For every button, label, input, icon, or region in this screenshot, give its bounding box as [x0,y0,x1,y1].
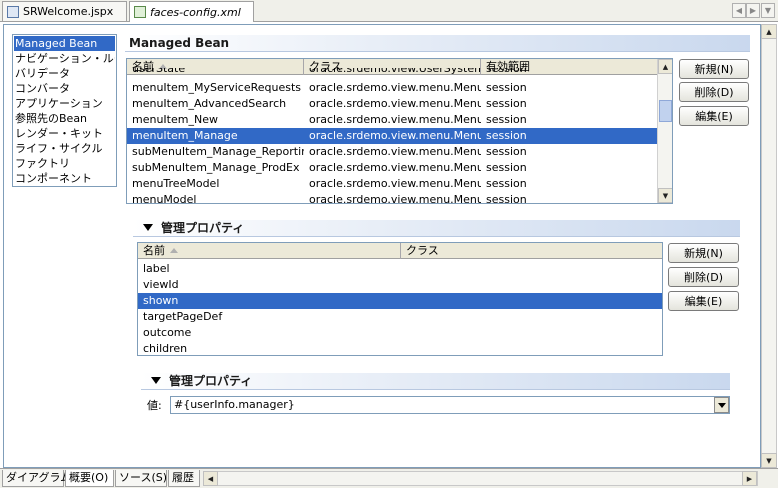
column-header-class[interactable]: クラス [401,243,662,259]
property-edit-button[interactable]: 編集(E) [668,291,739,311]
property-new-button[interactable]: 新規(N) [668,243,739,263]
tab-scroll-left-icon[interactable]: ◀ [732,3,746,18]
tab-source[interactable]: ソース(S) [115,470,167,487]
tab-scroll-right-icon[interactable]: ▶ [746,3,760,18]
managed-properties-table[interactable]: 名前 クラス label viewId shown targetPageDef … [137,242,663,356]
collapse-triangle-icon[interactable] [143,224,153,231]
tab-faces-config[interactable]: faces-config.xml [129,1,254,22]
column-header-name[interactable]: 名前 [138,243,401,259]
category-render-kit[interactable]: レンダー・キット [14,126,115,141]
editor-tab-bar: SRWelcome.jspx faces-config.xml ◀ ▶ ▼ [0,0,778,22]
sort-ascending-icon [170,247,178,253]
table-row-selected[interactable]: menuItem_Manage oracle.srdemo.view.menu.… [127,128,658,144]
category-validator[interactable]: バリデータ [14,66,115,81]
category-lifecycle[interactable]: ライフ・サイクル [14,141,115,156]
chevron-down-icon[interactable] [714,397,729,413]
tab-label: SRWelcome.jspx [23,5,114,18]
table-row[interactable]: userState oracle.srdemo.view.UserSystemS… [127,68,658,76]
bean-new-button[interactable]: 新規(N) [679,59,749,79]
table-row[interactable]: menuItem_MyServiceRequests oracle.srdemo… [127,80,658,96]
table-row[interactable]: label [138,261,662,277]
table-row[interactable]: outcome [138,325,662,341]
value-label: 値: [147,399,162,412]
tab-label: faces-config.xml [150,5,241,19]
main-vertical-scrollbar[interactable]: ▲ ▼ [761,24,777,468]
managed-properties-header[interactable]: 管理プロパティ [133,220,740,237]
scroll-right-icon[interactable]: ▶ [742,471,757,486]
collapse-triangle-icon[interactable] [151,377,161,384]
tab-overview[interactable]: 概要(O) [65,470,114,487]
horizontal-scrollbar[interactable]: ◀ ▶ [203,471,758,486]
managed-bean-header: Managed Bean [125,35,750,52]
table-row[interactable]: menuModel oracle.srdemo.view.menu.Menu… … [127,192,658,203]
category-application[interactable]: アプリケーション [14,96,115,111]
scroll-down-icon[interactable]: ▼ [761,453,777,468]
table-row[interactable]: subMenuItem_Manage_Reporting oracle.srde… [127,144,658,160]
xml-file-icon [134,6,146,18]
table-row[interactable]: targetPageDef [138,309,662,325]
scroll-thumb[interactable] [659,100,672,122]
table-row[interactable]: children [138,341,662,355]
managed-bean-table[interactable]: 名前 クラス 有効範囲 userState oracle.srdemo.view… [126,58,673,204]
category-factory[interactable]: ファクトリ [14,156,115,171]
table-row[interactable]: menuItem_New oracle.srdemo.view.menu.Men… [127,112,658,128]
property-value-header[interactable]: 管理プロパティ [141,373,730,390]
table-row-selected[interactable]: shown [138,293,662,309]
table-row[interactable]: menuTreeModel oracle.srdemo.view.menu.Me… [127,176,658,192]
bean-table-scrollbar[interactable]: ▲ ▼ [657,59,672,203]
scroll-left-icon[interactable]: ◀ [203,471,218,486]
category-managed-bean[interactable]: Managed Bean [14,36,115,51]
scroll-up-icon[interactable]: ▲ [658,59,672,74]
bean-delete-button[interactable]: 削除(D) [679,82,749,102]
category-referenced-bean[interactable]: 参照先のBean [14,111,115,126]
category-component[interactable]: コンポーネント [14,171,115,186]
scroll-up-icon[interactable]: ▲ [761,24,777,39]
tab-list-icon[interactable]: ▼ [761,3,775,18]
table-row[interactable]: viewId [138,277,662,293]
category-list[interactable]: Managed Bean ナビゲーション・ルール バリデータ コンバータ アプリ… [12,34,117,187]
category-converter[interactable]: コンバータ [14,81,115,96]
table-row[interactable]: subMenuItem_Manage_ProdEx oracle.srdemo.… [127,160,658,176]
tab-srwelcome[interactable]: SRWelcome.jspx [2,1,127,21]
tab-diagram[interactable]: ダイアグラム [2,470,71,487]
scroll-down-icon[interactable]: ▼ [658,188,672,203]
category-navigation-rule[interactable]: ナビゲーション・ルール [14,51,115,66]
bean-edit-button[interactable]: 編集(E) [679,106,749,126]
tab-history[interactable]: 履歴 [168,470,200,487]
property-delete-button[interactable]: 削除(D) [668,267,739,287]
jspx-file-icon [7,5,19,18]
table-row[interactable]: menuItem_AdvancedSearch oracle.srdemo.vi… [127,96,658,112]
value-input[interactable]: #{userInfo.manager} [170,396,730,414]
